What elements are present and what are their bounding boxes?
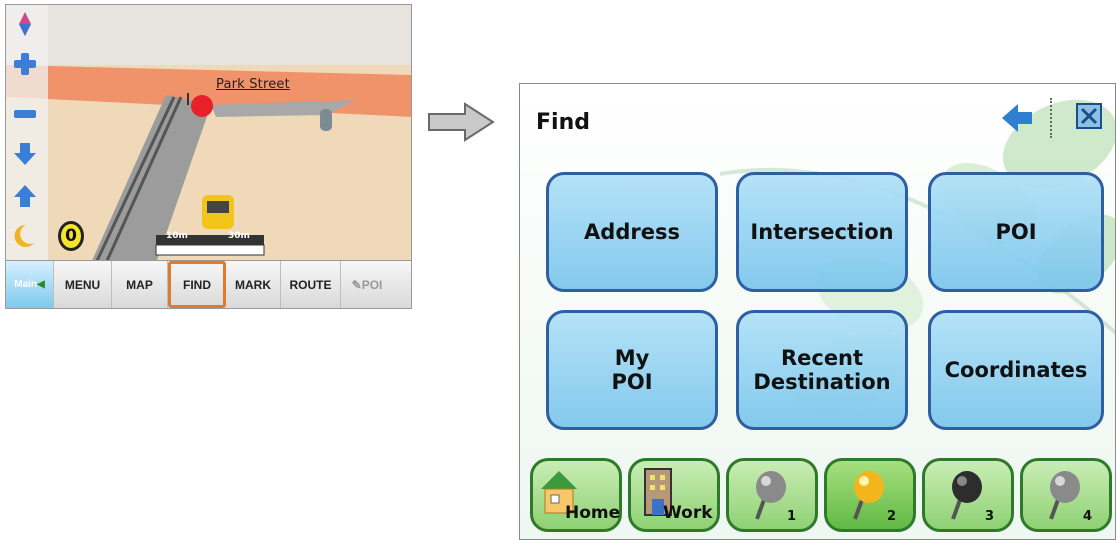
- shortcut-label: Work: [663, 503, 713, 523]
- back-arrow-icon: ◀: [37, 279, 45, 290]
- zoom-in-icon[interactable]: [12, 51, 38, 77]
- tab-route[interactable]: ROUTE: [281, 261, 341, 308]
- pin-yellow-icon: [853, 471, 884, 520]
- tab-map[interactable]: MAP: [112, 261, 168, 308]
- pin-black-icon: [951, 471, 982, 520]
- transition-arrow-icon: [428, 102, 495, 142]
- poi-icon: ✎: [351, 277, 362, 292]
- scale-label: 10m: [166, 231, 188, 241]
- back-arrow-icon: [1002, 104, 1032, 132]
- pin-gray-icon: [755, 471, 786, 520]
- back-button[interactable]: [998, 98, 1038, 138]
- tab-label: MENU: [64, 277, 101, 292]
- shortcut-number: 3: [985, 509, 995, 524]
- my-poi-button[interactable]: My POI: [546, 310, 718, 430]
- tab-poi[interactable]: ✎ POI: [341, 261, 393, 308]
- compass-icon[interactable]: [12, 11, 38, 37]
- zoom-out-icon[interactable]: [12, 101, 38, 127]
- favorite-1-button[interactable]: 1: [726, 458, 818, 532]
- tab-find[interactable]: FIND: [168, 261, 226, 308]
- map-screen: Park Street 0 10m 30m Main ◀ MENU MAP FI…: [5, 4, 412, 309]
- address-button[interactable]: Address: [546, 172, 718, 292]
- recent-destination-button[interactable]: Recent Destination: [736, 310, 908, 430]
- night-mode-icon[interactable]: [10, 223, 36, 249]
- tab-label: Main: [14, 279, 38, 290]
- find-screen: Find Address Intersection POI My POI Rec…: [519, 83, 1116, 540]
- favorite-4-button[interactable]: 4: [1020, 458, 1112, 532]
- work-button[interactable]: Work: [628, 458, 720, 532]
- close-button[interactable]: [1075, 102, 1103, 130]
- poi-button[interactable]: POI: [928, 172, 1104, 292]
- tilt-down-icon[interactable]: [12, 141, 38, 167]
- poi-marker-icon: [320, 109, 332, 131]
- map-tab-bar: Main ◀ MENU MAP FIND MARK ROUTE ✎ POI: [6, 260, 411, 308]
- tab-menu[interactable]: MENU: [54, 261, 112, 308]
- intersection-button[interactable]: Intersection: [736, 172, 908, 292]
- tab-label: MARK: [235, 277, 271, 292]
- tab-label: ROUTE: [289, 277, 332, 292]
- street-name-label: Park Street: [216, 77, 290, 92]
- shortcut-number: 4: [1083, 509, 1093, 524]
- page-title: Find: [536, 110, 590, 135]
- favorite-3-button[interactable]: 3: [922, 458, 1014, 532]
- current-location-marker: [191, 95, 213, 117]
- shortcut-number: 2: [887, 509, 897, 524]
- tilt-up-icon[interactable]: [12, 183, 38, 209]
- tab-main[interactable]: Main ◀: [6, 261, 54, 308]
- pin-gray-icon: [1049, 471, 1080, 520]
- shortcut-label: Home: [565, 503, 621, 523]
- favorite-2-button[interactable]: 2: [824, 458, 916, 532]
- shortcut-number: 1: [787, 509, 797, 524]
- home-button[interactable]: Home: [530, 458, 622, 532]
- separator: [1050, 98, 1054, 138]
- shortcut-bar: Home Work 1 2 3 4: [520, 452, 1115, 539]
- zoom-level-indicator: 0: [58, 221, 84, 251]
- coordinates-button[interactable]: Coordinates: [928, 310, 1104, 430]
- tab-mark[interactable]: MARK: [226, 261, 281, 308]
- tab-label: POI: [361, 277, 383, 292]
- scale-label: 30m: [228, 231, 250, 241]
- tab-label: FIND: [183, 277, 211, 292]
- tab-label: MAP: [126, 277, 153, 292]
